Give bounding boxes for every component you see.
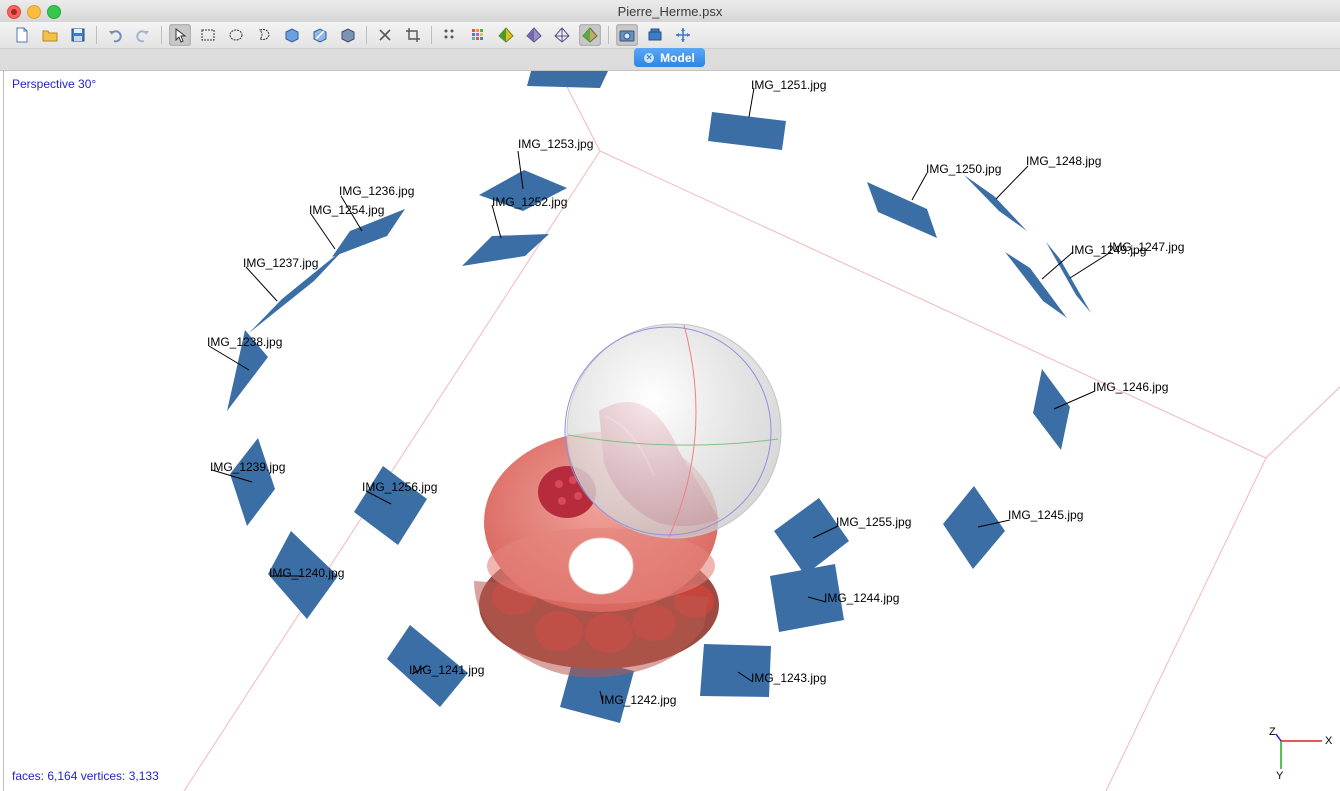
show-cameras-icon[interactable] bbox=[616, 24, 638, 46]
open-folder-icon[interactable] bbox=[39, 24, 61, 46]
camera-label: IMG_1248.jpg bbox=[1026, 154, 1101, 168]
camera-plane bbox=[527, 71, 608, 88]
shaded-model-icon[interactable] bbox=[495, 24, 517, 46]
toolbar-separator bbox=[161, 26, 162, 44]
textured-model-icon[interactable] bbox=[579, 24, 601, 46]
camera-label: IMG_1239.jpg bbox=[210, 460, 285, 474]
camera-plane bbox=[867, 182, 937, 238]
camera-label: IMG_1255.jpg bbox=[836, 515, 911, 529]
window-title: Pierre_Herme.psx bbox=[617, 4, 723, 19]
axis-y-label: Y bbox=[1276, 770, 1284, 782]
show-region-icon[interactable] bbox=[644, 24, 666, 46]
camera-label: IMG_1238.jpg bbox=[207, 335, 282, 349]
circle-selection-icon[interactable] bbox=[225, 24, 247, 46]
rotate-object-icon[interactable] bbox=[281, 24, 303, 46]
camera-label: IMG_1251.jpg bbox=[751, 78, 826, 92]
save-icon[interactable] bbox=[67, 24, 89, 46]
camera-label: IMG_1244.jpg bbox=[824, 591, 899, 605]
title-bar: Pierre_Herme.psx bbox=[0, 0, 1340, 23]
close-tab-icon[interactable]: ✕ bbox=[644, 52, 655, 63]
model-stats-label: faces: 6,164 vertices: 3,133 bbox=[12, 769, 159, 783]
redo-icon[interactable] bbox=[132, 24, 154, 46]
model-viewport[interactable]: IMG_1251.jpg IMG_1253.jpg IMG_1252.jpg IMG_… bbox=[3, 71, 1340, 791]
camera-label: IMG_1245.jpg bbox=[1008, 508, 1083, 522]
camera-label: IMG_1243.jpg bbox=[751, 671, 826, 685]
main-toolbar bbox=[0, 22, 1340, 49]
camera-label: IMG_1254.jpg bbox=[309, 203, 384, 217]
camera-plane bbox=[964, 175, 1027, 231]
camera-label: IMG_1252.jpg bbox=[492, 195, 567, 209]
camera-plane bbox=[943, 486, 1005, 569]
rectangle-selection-icon[interactable] bbox=[197, 24, 219, 46]
tab-model-label: Model bbox=[660, 50, 695, 65]
camera-label: IMG_1256.jpg bbox=[362, 480, 437, 494]
solid-model-icon[interactable] bbox=[523, 24, 545, 46]
move-object-icon[interactable] bbox=[309, 24, 331, 46]
free-form-selection-icon[interactable] bbox=[253, 24, 275, 46]
delete-selection-icon[interactable] bbox=[374, 24, 396, 46]
toolbar-separator bbox=[608, 26, 609, 44]
camera-label: IMG_1240.jpg bbox=[269, 566, 344, 580]
undo-icon[interactable] bbox=[104, 24, 126, 46]
camera-plane bbox=[1033, 369, 1070, 450]
axis-x-label: X bbox=[1325, 735, 1333, 747]
camera-plane bbox=[708, 112, 786, 150]
camera-label: IMG_1247.jpg bbox=[1109, 240, 1184, 254]
point-cloud-icon[interactable] bbox=[439, 24, 461, 46]
camera-plane bbox=[774, 498, 849, 575]
camera-label: IMG_1242.jpg bbox=[601, 693, 676, 707]
dense-cloud-icon[interactable] bbox=[467, 24, 489, 46]
reset-view-icon[interactable] bbox=[672, 24, 694, 46]
new-document-icon[interactable] bbox=[11, 24, 33, 46]
toolbar-separator bbox=[366, 26, 367, 44]
camera-label: IMG_1253.jpg bbox=[518, 137, 593, 151]
camera-label: IMG_1241.jpg bbox=[409, 663, 484, 677]
scale-object-icon[interactable] bbox=[337, 24, 359, 46]
wireframe-model-icon[interactable] bbox=[551, 24, 573, 46]
camera-label: IMG_1250.jpg bbox=[926, 162, 1001, 176]
camera-plane bbox=[354, 466, 427, 545]
toolbar-separator bbox=[431, 26, 432, 44]
axis-gizmo: X Y Z bbox=[1269, 726, 1333, 782]
camera-label: IMG_1246.jpg bbox=[1093, 380, 1168, 394]
navigation-sphere bbox=[564, 323, 782, 539]
camera-plane bbox=[230, 438, 275, 526]
projection-label: Perspective 30° bbox=[12, 77, 97, 91]
crop-selection-icon[interactable] bbox=[402, 24, 424, 46]
axis-z-label: Z bbox=[1269, 726, 1276, 738]
camera-label: IMG_1237.jpg bbox=[243, 256, 318, 270]
camera-label: IMG_1236.jpg bbox=[339, 184, 414, 198]
navigation-cursor-icon[interactable] bbox=[169, 24, 191, 46]
tab-model[interactable]: ✕ Model bbox=[634, 48, 705, 67]
toolbar-separator bbox=[96, 26, 97, 44]
scene-canvas[interactable]: IMG_1251.jpg IMG_1253.jpg IMG_1252.jpg IMG_… bbox=[4, 71, 1340, 791]
